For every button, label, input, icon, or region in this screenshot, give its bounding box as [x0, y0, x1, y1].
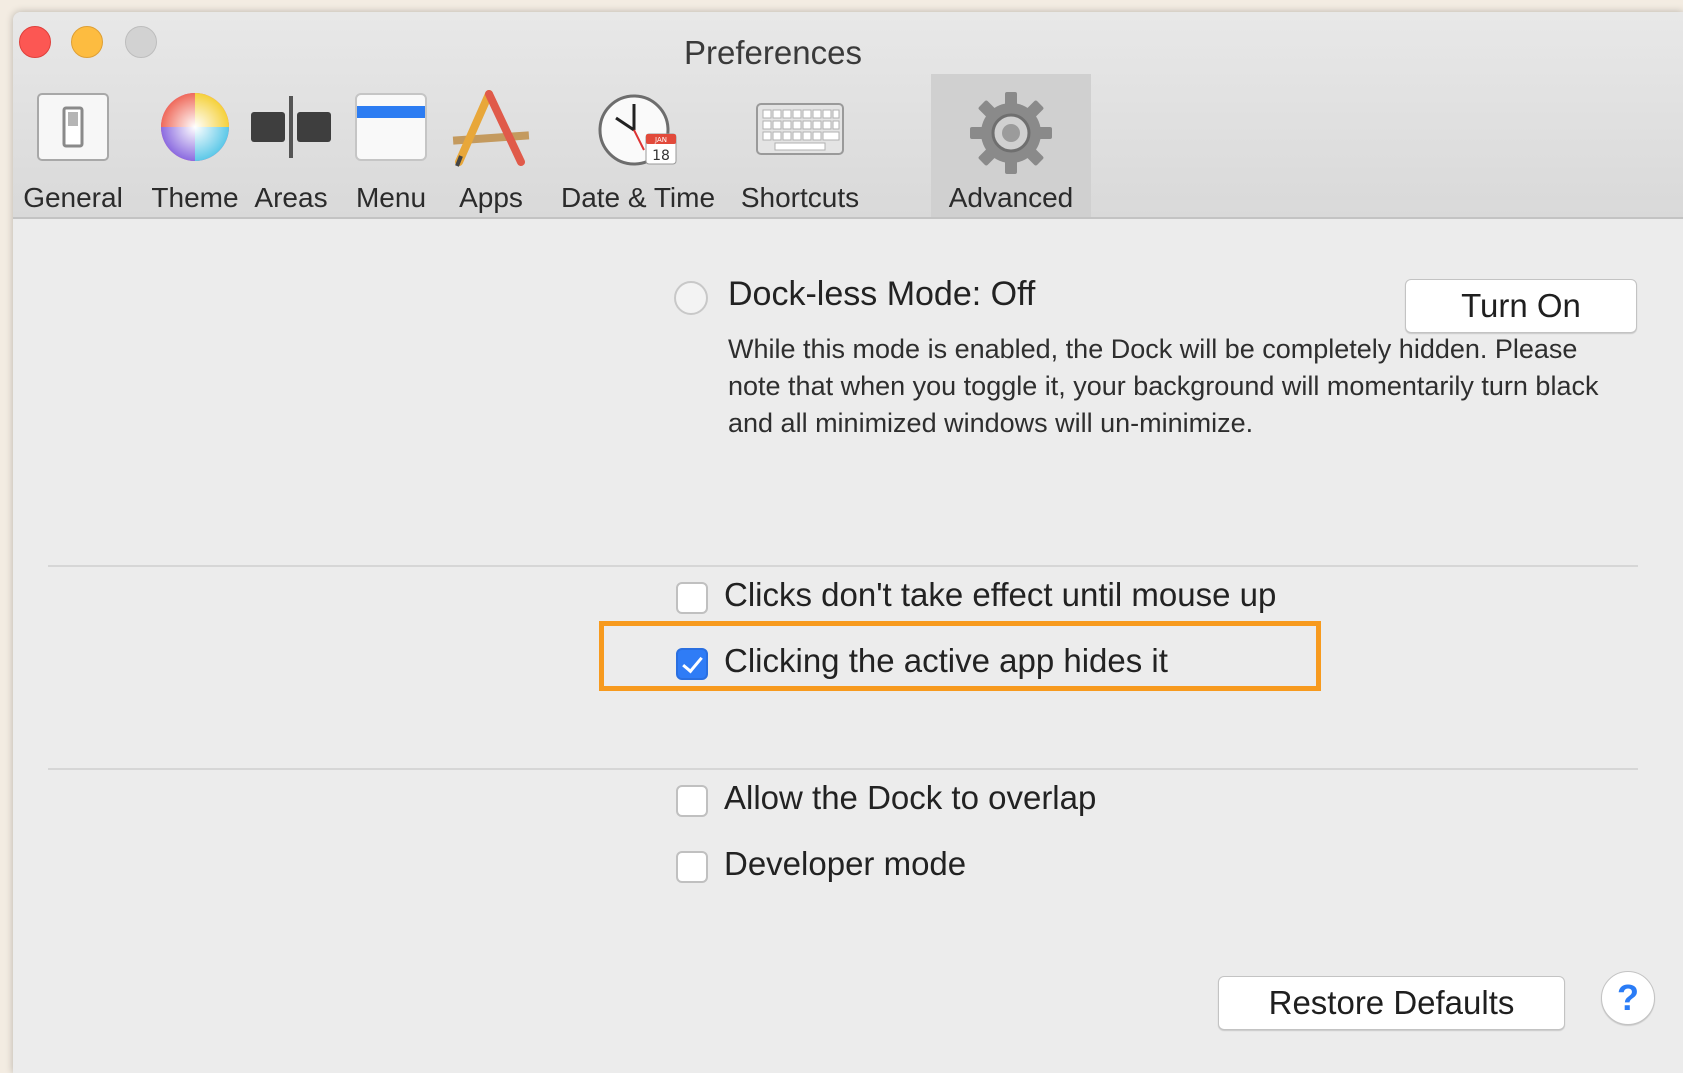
- window-title: Preferences: [684, 34, 862, 71]
- calendar-month-text: JAN: [654, 136, 667, 144]
- gear-icon: [968, 90, 1054, 181]
- turn-on-button[interactable]: Turn On: [1405, 279, 1637, 333]
- dock-overlap-checkbox[interactable]: [676, 785, 708, 817]
- option-label: Clicks don't take effect until mouse up: [724, 576, 1277, 613]
- help-button[interactable]: ?: [1601, 971, 1655, 1025]
- restore-defaults-button[interactable]: Restore Defaults: [1218, 976, 1565, 1030]
- tab-general[interactable]: General: [13, 74, 133, 217]
- developer-mode-checkbox[interactable]: [676, 851, 708, 883]
- tab-label: General: [23, 182, 123, 213]
- tab-label: Advanced: [948, 182, 1074, 213]
- section-divider: [48, 565, 1638, 567]
- tab-apps[interactable]: Apps: [443, 74, 539, 217]
- tab-advanced[interactable]: Advanced: [931, 74, 1091, 217]
- tab-label: Menu: [355, 182, 427, 213]
- tab-areas[interactable]: Areas: [243, 74, 339, 217]
- dockless-mode-radio[interactable]: [674, 281, 708, 315]
- color-wheel-icon: [158, 90, 232, 169]
- tab-label: Theme: [151, 182, 239, 213]
- mouse-up-checkbox[interactable]: [676, 582, 708, 614]
- tab-label: Apps: [459, 182, 523, 213]
- option-label: Developer mode: [724, 845, 967, 882]
- option-label: Allow the Dock to overlap: [724, 779, 1097, 816]
- menu-bar-icon: [354, 90, 428, 169]
- tab-menu[interactable]: Menu: [343, 74, 439, 217]
- tab-shortcuts[interactable]: Shortcuts: [729, 74, 871, 217]
- advanced-pane: Dock-less Mode: Off Turn On While this m…: [13, 219, 1683, 1073]
- calendar-day-text: 18: [652, 148, 670, 164]
- dockless-description: While this mode is enabled, the Dock wil…: [728, 334, 1599, 438]
- clock-calendar-icon: JAN 18: [596, 90, 680, 175]
- tab-label: Areas: [254, 182, 328, 213]
- preferences-window: Preferences General Theme Areas Menu App…: [13, 12, 1683, 1073]
- tab-label: Date & Time: [560, 182, 716, 213]
- section-divider: [48, 768, 1638, 770]
- app-store-icon: [449, 90, 533, 175]
- areas-icon: [249, 90, 333, 169]
- highlight-box: [599, 621, 1321, 691]
- switch-icon: [36, 90, 110, 169]
- toolbar: Preferences General Theme Areas Menu App…: [13, 12, 1683, 219]
- keyboard-icon: [755, 90, 845, 169]
- dockless-mode-label: Dock-less Mode: Off: [728, 275, 1036, 313]
- tab-theme[interactable]: Theme: [137, 74, 253, 217]
- tab-date-time[interactable]: JAN 18 Date & Time: [543, 74, 733, 217]
- tab-label: Shortcuts: [740, 182, 860, 213]
